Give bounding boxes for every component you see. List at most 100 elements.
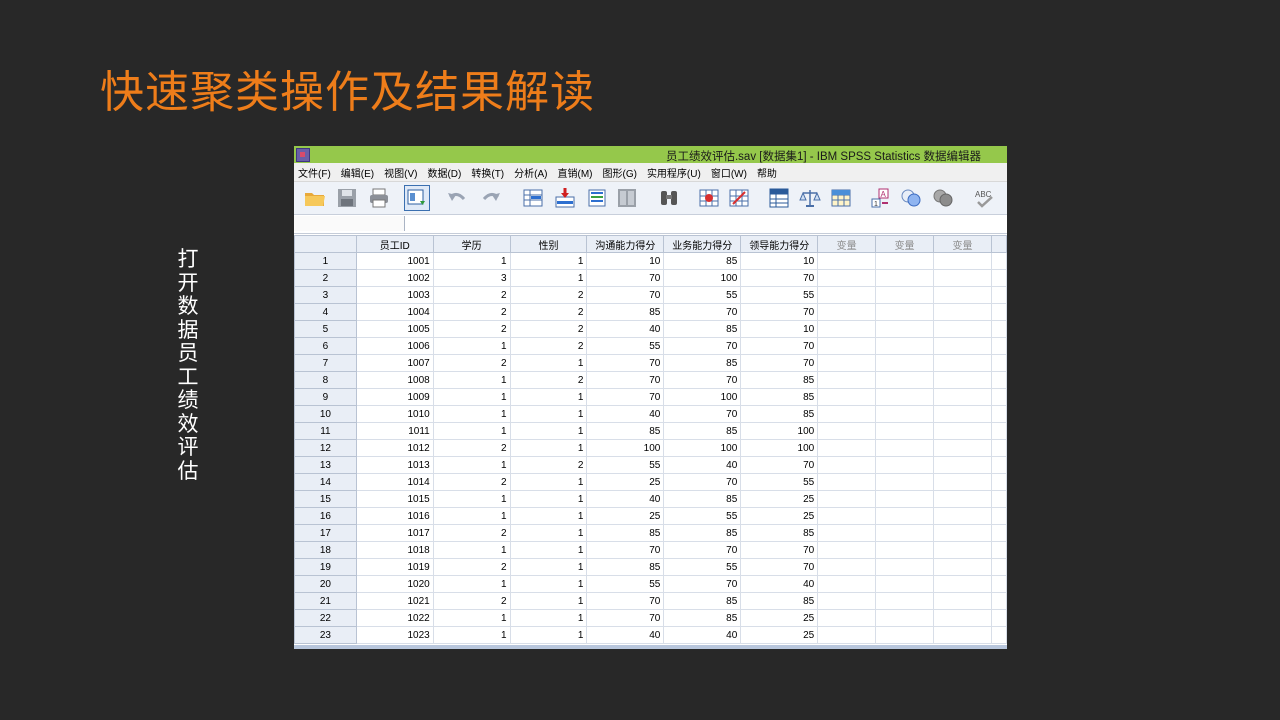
column-header-business-score[interactable]: 业务能力得分 [663,235,742,253]
empty-cell[interactable] [817,354,877,372]
row-number[interactable]: 18 [294,541,357,559]
cell-gender[interactable]: 1 [509,507,588,525]
empty-cell[interactable] [875,524,935,542]
row-number[interactable]: 23 [294,626,357,644]
empty-cell[interactable] [990,626,1007,644]
cell-gender[interactable]: 2 [509,456,588,474]
redo-icon[interactable] [480,187,502,209]
cell-communication-score[interactable]: 10 [586,252,665,270]
cell-business-score[interactable]: 70 [663,371,742,389]
cell-business-score[interactable]: 85 [663,354,742,372]
cell-gender[interactable]: 2 [509,286,588,304]
cell-education[interactable]: 1 [432,609,511,627]
empty-cell[interactable] [875,303,935,321]
empty-cell[interactable] [817,405,877,423]
row-number[interactable]: 13 [294,456,357,474]
cell-leadership-score[interactable]: 55 [740,286,819,304]
empty-cell[interactable] [990,541,1007,559]
empty-cell[interactable] [933,558,992,576]
cell-gender[interactable]: 1 [509,439,588,457]
cell-employee-id[interactable]: 1014 [355,473,434,491]
cell-leadership-score[interactable]: 25 [740,609,819,627]
cell-education[interactable]: 1 [432,371,511,389]
empty-cell[interactable] [990,456,1007,474]
use-sets-icon[interactable] [900,187,922,209]
cell-leadership-score[interactable]: 85 [740,371,819,389]
empty-cell[interactable] [817,541,877,559]
empty-cell[interactable] [875,320,935,338]
cell-employee-id[interactable]: 1012 [355,439,434,457]
cell-business-score[interactable]: 85 [663,490,742,508]
empty-cell[interactable] [933,575,992,593]
cell-employee-id[interactable]: 1015 [355,490,434,508]
cell-gender[interactable]: 1 [509,626,588,644]
select-cases-icon[interactable] [830,187,852,209]
cell-business-score[interactable]: 85 [663,320,742,338]
column-header-leadership-score[interactable]: 领导能力得分 [740,235,819,253]
empty-cell[interactable] [875,286,935,304]
empty-cell[interactable] [817,609,877,627]
cell-leadership-score[interactable]: 70 [740,269,819,287]
empty-cell[interactable] [933,320,992,338]
cell-employee-id[interactable]: 1004 [355,303,434,321]
cell-communication-score[interactable]: 70 [586,592,665,610]
row-number[interactable]: 22 [294,609,357,627]
cell-education[interactable]: 1 [432,490,511,508]
cell-employee-id[interactable]: 1023 [355,626,434,644]
row-number[interactable]: 5 [294,320,357,338]
cell-employee-id[interactable]: 1001 [355,252,434,270]
cell-employee-id[interactable]: 1008 [355,371,434,389]
empty-cell[interactable] [990,252,1007,270]
empty-cell[interactable] [990,507,1007,525]
column-header-overflow[interactable] [990,235,1007,253]
insert-variable-icon[interactable] [728,187,750,209]
empty-cell[interactable] [990,490,1007,508]
empty-cell[interactable] [875,541,935,559]
cell-leadership-score[interactable]: 85 [740,388,819,406]
row-number[interactable]: 15 [294,490,357,508]
empty-cell[interactable] [875,473,935,491]
cell-leadership-score[interactable]: 40 [740,575,819,593]
cell-gender[interactable]: 2 [509,337,588,355]
cell-employee-id[interactable]: 1022 [355,609,434,627]
cell-communication-score[interactable]: 55 [586,337,665,355]
empty-cell[interactable] [875,422,935,440]
dialog-recall-icon[interactable] [404,185,430,211]
cell-education[interactable]: 2 [432,286,511,304]
cell-leadership-score[interactable]: 85 [740,592,819,610]
empty-cell[interactable] [817,337,877,355]
spell-check-icon[interactable]: ABC [974,187,996,209]
cell-employee-id[interactable]: 1021 [355,592,434,610]
row-number[interactable]: 17 [294,524,357,542]
cell-education[interactable]: 1 [432,422,511,440]
menu-file[interactable]: 文件(F) [294,165,337,180]
cell-gender[interactable]: 1 [509,558,588,576]
column-header-education[interactable]: 学历 [432,235,511,253]
cell-communication-score[interactable]: 100 [586,439,665,457]
cell-gender[interactable]: 1 [509,609,588,627]
cell-communication-score[interactable]: 70 [586,286,665,304]
row-number[interactable]: 9 [294,388,357,406]
cell-business-score[interactable]: 85 [663,592,742,610]
empty-cell[interactable] [875,405,935,423]
empty-cell[interactable] [875,575,935,593]
cell-gender[interactable]: 1 [509,269,588,287]
empty-cell[interactable] [933,456,992,474]
empty-cell[interactable] [933,405,992,423]
column-header-communication-score[interactable]: 沟通能力得分 [586,235,665,253]
cell-leadership-score[interactable]: 70 [740,354,819,372]
row-number[interactable]: 12 [294,439,357,457]
cell-education[interactable]: 1 [432,405,511,423]
cell-communication-score[interactable]: 85 [586,303,665,321]
cell-leadership-score[interactable]: 25 [740,507,819,525]
empty-cell[interactable] [875,558,935,576]
empty-cell[interactable] [990,371,1007,389]
cell-employee-id[interactable]: 1013 [355,456,434,474]
empty-cell[interactable] [933,337,992,355]
cell-education[interactable]: 1 [432,541,511,559]
split-file-icon[interactable] [768,187,790,209]
cell-communication-score[interactable]: 40 [586,405,665,423]
empty-cell[interactable] [817,422,877,440]
column-header-empty-variable[interactable]: 变量 [875,235,935,253]
empty-cell[interactable] [817,592,877,610]
